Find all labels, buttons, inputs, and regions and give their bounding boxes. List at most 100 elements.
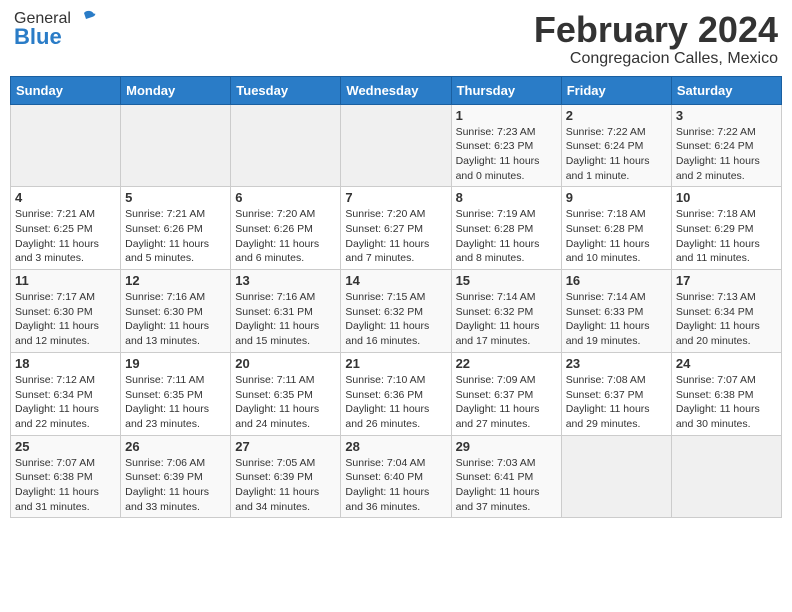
day-info: Sunrise: 7:12 AM Sunset: 6:34 PM Dayligh… <box>15 373 116 432</box>
day-number: 11 <box>15 273 116 288</box>
day-info: Sunrise: 7:07 AM Sunset: 6:38 PM Dayligh… <box>676 373 777 432</box>
calendar-cell: 27 Sunrise: 7:05 AM Sunset: 6:39 PM Dayli… <box>231 435 341 518</box>
calendar-cell: 1 Sunrise: 7:23 AM Sunset: 6:23 PM Daylig… <box>451 104 561 187</box>
day-number: 20 <box>235 356 336 371</box>
day-info: Sunrise: 7:04 AM Sunset: 6:40 PM Dayligh… <box>345 456 446 515</box>
day-number: 5 <box>125 190 226 205</box>
column-header-saturday: Saturday <box>671 76 781 104</box>
day-number: 28 <box>345 439 446 454</box>
calendar-cell: 9 Sunrise: 7:18 AM Sunset: 6:28 PM Daylig… <box>561 187 671 270</box>
column-header-monday: Monday <box>121 76 231 104</box>
day-info: Sunrise: 7:23 AM Sunset: 6:23 PM Dayligh… <box>456 125 557 184</box>
day-number: 1 <box>456 108 557 123</box>
day-info: Sunrise: 7:03 AM Sunset: 6:41 PM Dayligh… <box>456 456 557 515</box>
day-info: Sunrise: 7:21 AM Sunset: 6:26 PM Dayligh… <box>125 207 226 266</box>
day-info: Sunrise: 7:21 AM Sunset: 6:25 PM Dayligh… <box>15 207 116 266</box>
day-info: Sunrise: 7:07 AM Sunset: 6:38 PM Dayligh… <box>15 456 116 515</box>
calendar-cell: 17 Sunrise: 7:13 AM Sunset: 6:34 PM Dayli… <box>671 270 781 353</box>
calendar-cell: 25 Sunrise: 7:07 AM Sunset: 6:38 PM Dayli… <box>11 435 121 518</box>
week-row-0: 1 Sunrise: 7:23 AM Sunset: 6:23 PM Daylig… <box>11 104 782 187</box>
day-number: 3 <box>676 108 777 123</box>
day-number: 7 <box>345 190 446 205</box>
calendar-cell <box>121 104 231 187</box>
day-number: 26 <box>125 439 226 454</box>
calendar-cell: 29 Sunrise: 7:03 AM Sunset: 6:41 PM Dayli… <box>451 435 561 518</box>
day-number: 9 <box>566 190 667 205</box>
calendar-cell: 24 Sunrise: 7:07 AM Sunset: 6:38 PM Dayli… <box>671 352 781 435</box>
calendar-cell <box>11 104 121 187</box>
calendar-title: February 2024 <box>534 10 778 50</box>
calendar-cell: 4Sunrise: 7:21 AM Sunset: 6:25 PM Daylig… <box>11 187 121 270</box>
week-row-4: 25 Sunrise: 7:07 AM Sunset: 6:38 PM Dayli… <box>11 435 782 518</box>
day-info: Sunrise: 7:15 AM Sunset: 6:32 PM Dayligh… <box>345 290 446 349</box>
day-info: Sunrise: 7:16 AM Sunset: 6:31 PM Dayligh… <box>235 290 336 349</box>
day-info: Sunrise: 7:16 AM Sunset: 6:30 PM Dayligh… <box>125 290 226 349</box>
day-info: Sunrise: 7:18 AM Sunset: 6:28 PM Dayligh… <box>566 207 667 266</box>
day-info: Sunrise: 7:20 AM Sunset: 6:26 PM Dayligh… <box>235 207 336 266</box>
day-number: 25 <box>15 439 116 454</box>
calendar-cell: 16 Sunrise: 7:14 AM Sunset: 6:33 PM Dayli… <box>561 270 671 353</box>
day-info: Sunrise: 7:19 AM Sunset: 6:28 PM Dayligh… <box>456 207 557 266</box>
day-number: 23 <box>566 356 667 371</box>
calendar-cell: 23 Sunrise: 7:08 AM Sunset: 6:37 PM Dayli… <box>561 352 671 435</box>
week-row-1: 4Sunrise: 7:21 AM Sunset: 6:25 PM Daylig… <box>11 187 782 270</box>
calendar-cell: 20 Sunrise: 7:11 AM Sunset: 6:35 PM Dayli… <box>231 352 341 435</box>
day-info: Sunrise: 7:13 AM Sunset: 6:34 PM Dayligh… <box>676 290 777 349</box>
day-info: Sunrise: 7:10 AM Sunset: 6:36 PM Dayligh… <box>345 373 446 432</box>
day-number: 19 <box>125 356 226 371</box>
day-number: 2 <box>566 108 667 123</box>
calendar-cell: 11 Sunrise: 7:17 AM Sunset: 6:30 PM Dayli… <box>11 270 121 353</box>
day-number: 15 <box>456 273 557 288</box>
day-info: Sunrise: 7:22 AM Sunset: 6:24 PM Dayligh… <box>676 125 777 184</box>
day-info: Sunrise: 7:11 AM Sunset: 6:35 PM Dayligh… <box>235 373 336 432</box>
calendar-cell <box>341 104 451 187</box>
column-header-sunday: Sunday <box>11 76 121 104</box>
day-number: 27 <box>235 439 336 454</box>
day-info: Sunrise: 7:14 AM Sunset: 6:32 PM Dayligh… <box>456 290 557 349</box>
day-info: Sunrise: 7:09 AM Sunset: 6:37 PM Dayligh… <box>456 373 557 432</box>
day-number: 29 <box>456 439 557 454</box>
column-header-wednesday: Wednesday <box>341 76 451 104</box>
day-info: Sunrise: 7:11 AM Sunset: 6:35 PM Dayligh… <box>125 373 226 432</box>
day-number: 12 <box>125 273 226 288</box>
day-number: 21 <box>345 356 446 371</box>
column-header-thursday: Thursday <box>451 76 561 104</box>
day-number: 24 <box>676 356 777 371</box>
day-number: 14 <box>345 273 446 288</box>
calendar-cell: 12 Sunrise: 7:16 AM Sunset: 6:30 PM Dayli… <box>121 270 231 353</box>
day-number: 16 <box>566 273 667 288</box>
day-number: 13 <box>235 273 336 288</box>
calendar-cell: 26Sunrise: 7:06 AM Sunset: 6:39 PM Dayli… <box>121 435 231 518</box>
day-info: Sunrise: 7:08 AM Sunset: 6:37 PM Dayligh… <box>566 373 667 432</box>
day-info: Sunrise: 7:14 AM Sunset: 6:33 PM Dayligh… <box>566 290 667 349</box>
day-number: 17 <box>676 273 777 288</box>
calendar-cell: 14 Sunrise: 7:15 AM Sunset: 6:32 PM Dayli… <box>341 270 451 353</box>
logo-blue-text: Blue <box>14 24 62 50</box>
calendar-cell: 21 Sunrise: 7:10 AM Sunset: 6:36 PM Dayli… <box>341 352 451 435</box>
day-info: Sunrise: 7:18 AM Sunset: 6:29 PM Dayligh… <box>676 207 777 266</box>
calendar-cell <box>561 435 671 518</box>
day-info: Sunrise: 7:20 AM Sunset: 6:27 PM Dayligh… <box>345 207 446 266</box>
calendar-cell: 2 Sunrise: 7:22 AM Sunset: 6:24 PM Daylig… <box>561 104 671 187</box>
calendar-cell: 13 Sunrise: 7:16 AM Sunset: 6:31 PM Dayli… <box>231 270 341 353</box>
column-header-friday: Friday <box>561 76 671 104</box>
calendar-cell: 8 Sunrise: 7:19 AM Sunset: 6:28 PM Daylig… <box>451 187 561 270</box>
calendar-cell: 19 Sunrise: 7:11 AM Sunset: 6:35 PM Dayli… <box>121 352 231 435</box>
title-block: February 2024 Congregacion Calles, Mexic… <box>534 10 778 68</box>
day-info: Sunrise: 7:05 AM Sunset: 6:39 PM Dayligh… <box>235 456 336 515</box>
column-header-tuesday: Tuesday <box>231 76 341 104</box>
page-header: General Blue February 2024 Congregacion … <box>10 10 782 68</box>
day-number: 10 <box>676 190 777 205</box>
day-number: 8 <box>456 190 557 205</box>
logo-bird-icon <box>74 10 96 28</box>
calendar-cell: 28 Sunrise: 7:04 AM Sunset: 6:40 PM Dayli… <box>341 435 451 518</box>
calendar-table: SundayMondayTuesdayWednesdayThursdayFrid… <box>10 76 782 519</box>
day-info: Sunrise: 7:22 AM Sunset: 6:24 PM Dayligh… <box>566 125 667 184</box>
calendar-header-row: SundayMondayTuesdayWednesdayThursdayFrid… <box>11 76 782 104</box>
day-number: 22 <box>456 356 557 371</box>
day-info: Sunrise: 7:17 AM Sunset: 6:30 PM Dayligh… <box>15 290 116 349</box>
calendar-subtitle: Congregacion Calles, Mexico <box>534 50 778 68</box>
day-number: 18 <box>15 356 116 371</box>
calendar-cell: 5 Sunrise: 7:21 AM Sunset: 6:26 PM Daylig… <box>121 187 231 270</box>
calendar-cell: 18 Sunrise: 7:12 AM Sunset: 6:34 PM Dayli… <box>11 352 121 435</box>
